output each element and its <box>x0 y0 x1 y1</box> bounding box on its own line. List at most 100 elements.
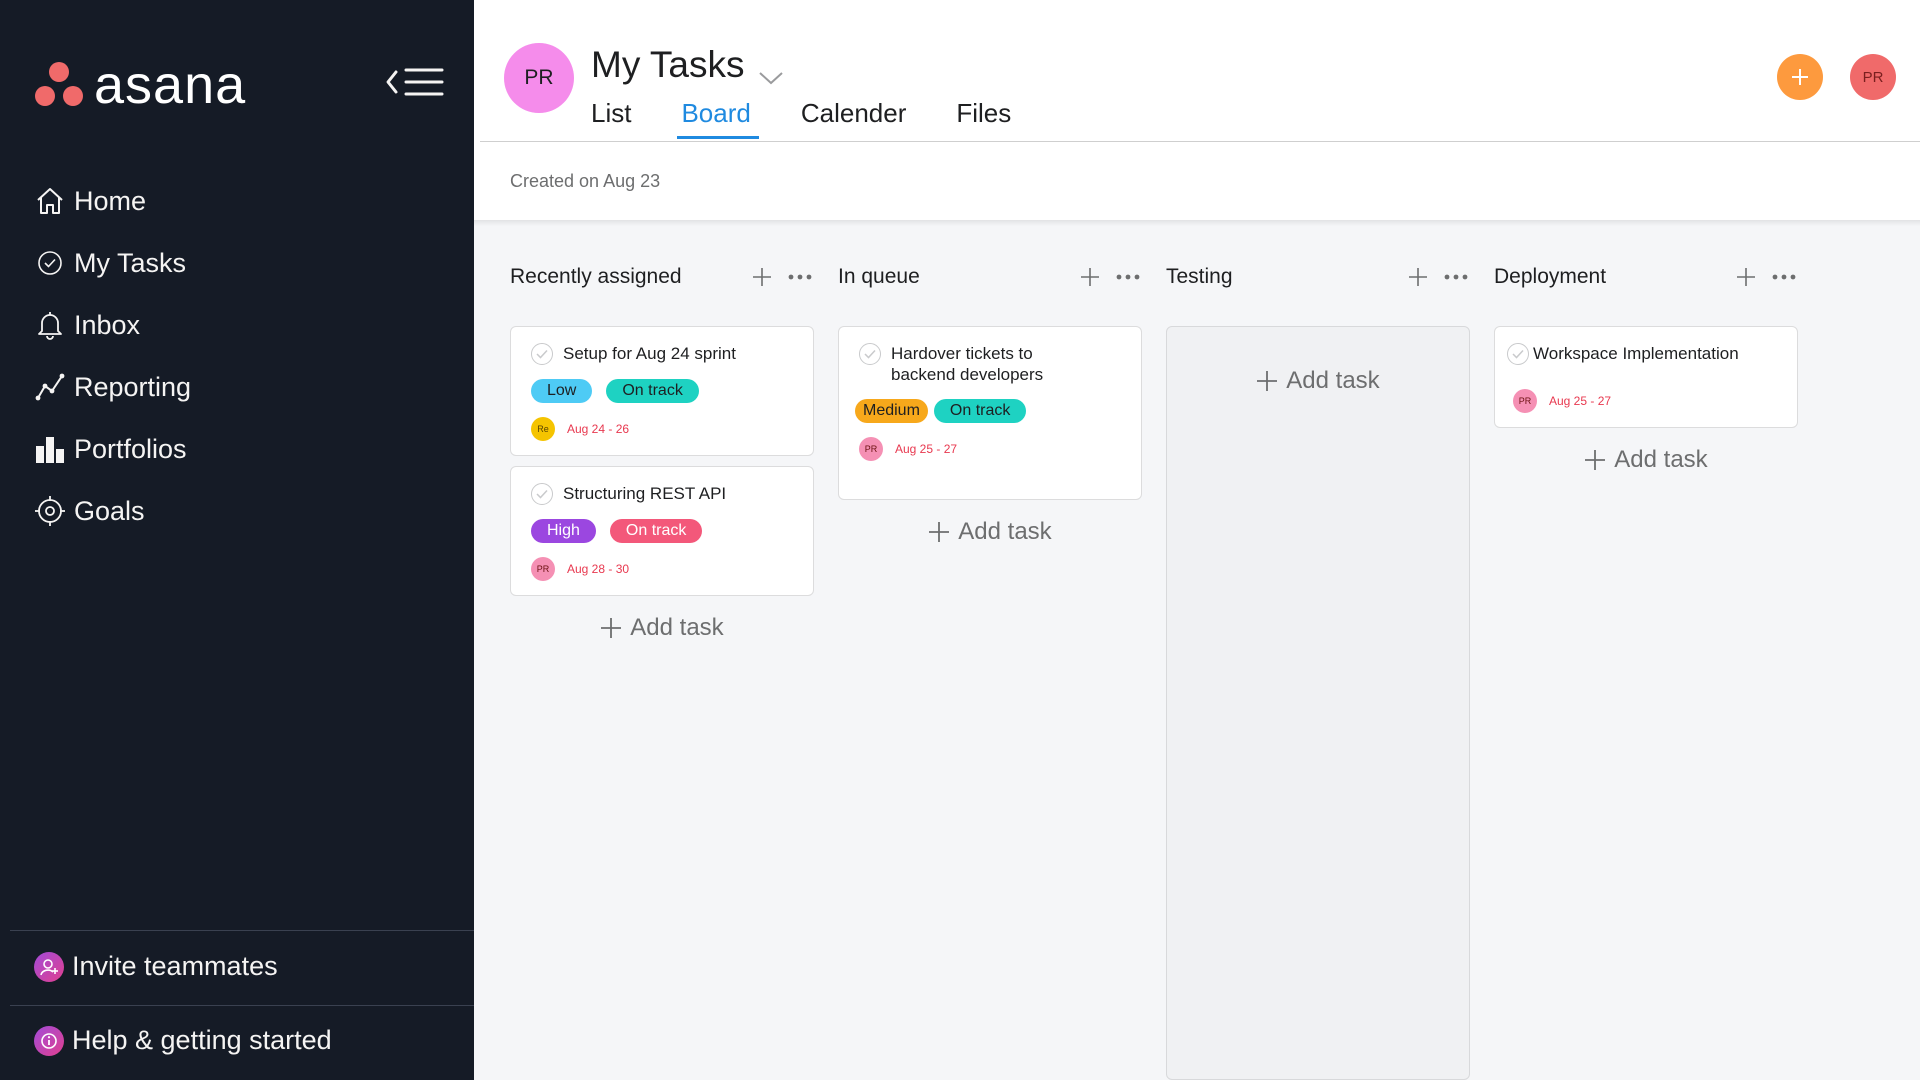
task-title: Workspace Implementation <box>1533 344 1739 363</box>
sidebar-item-reporting[interactable]: Reporting <box>34 356 191 418</box>
plus-icon <box>929 522 950 542</box>
plus-icon[interactable] <box>1076 263 1104 291</box>
plus-icon[interactable] <box>1732 263 1760 291</box>
created-date: Created on Aug 23 <box>510 171 661 191</box>
sidebar-item-label: My Tasks <box>74 247 187 278</box>
complete-check-icon[interactable] <box>859 343 881 365</box>
page-title: My Tasks <box>591 44 785 86</box>
due-date: Aug 25 - 27 <box>895 442 958 456</box>
add-button[interactable] <box>1777 54 1823 100</box>
add-task-label: Add task <box>630 614 724 641</box>
project-avatar: PR <box>504 43 574 113</box>
chevron-down-icon[interactable] <box>757 55 785 85</box>
task-card[interactable]: Hardover tickets to backend developers M… <box>838 326 1142 500</box>
complete-check-icon[interactable] <box>1507 343 1529 365</box>
sidebar-item-label: Inbox <box>74 309 141 340</box>
sidebar-item-label: Home <box>74 185 147 216</box>
complete-check-icon[interactable] <box>531 343 553 365</box>
add-task-button[interactable]: Add task <box>510 614 814 642</box>
task-card[interactable]: Structuring REST API High On track PR Au… <box>510 466 814 596</box>
tab-files[interactable]: Files <box>956 98 1011 139</box>
invite-teammates-label: Invite teammates <box>72 951 278 981</box>
sidebar-nav: Home My Tasks Inbox Reporting Portfolios <box>34 170 191 542</box>
help-button[interactable]: Help & getting started <box>34 1025 332 1056</box>
more-options-icon[interactable] <box>1114 263 1142 291</box>
complete-check-icon[interactable] <box>531 483 553 505</box>
help-label: Help & getting started <box>72 1025 332 1055</box>
plus-icon[interactable] <box>1404 263 1432 291</box>
header-shadow <box>474 220 1920 226</box>
due-date: Aug 25 - 27 <box>1549 394 1612 408</box>
more-options-icon[interactable] <box>1770 263 1798 291</box>
priority-tag: Medium <box>855 399 928 423</box>
add-task-label: Add task <box>958 518 1052 545</box>
column-body: Add task <box>1166 326 1470 1080</box>
tab-calender[interactable]: Calender <box>801 98 907 139</box>
status-tag: On track <box>606 379 699 403</box>
sidebar-divider <box>10 1005 474 1006</box>
column-title: Recently assigned <box>510 265 682 288</box>
user-avatar[interactable]: PR <box>1850 54 1896 100</box>
assignee-avatar[interactable]: PR <box>859 437 883 461</box>
tab-list[interactable]: List <box>591 98 631 139</box>
add-task-label: Add task <box>1614 446 1708 473</box>
more-options-icon[interactable] <box>1442 263 1470 291</box>
column-header: Deployment <box>1494 260 1798 294</box>
column-header: In queue <box>838 260 1142 294</box>
plus-icon <box>1585 450 1606 470</box>
add-task-label: Add task <box>1286 367 1380 394</box>
add-task-button[interactable]: Add task <box>838 518 1142 546</box>
due-date: Aug 24 - 26 <box>567 422 630 436</box>
logo-text: asana <box>94 55 247 115</box>
collapse-sidebar-icon[interactable] <box>386 64 444 100</box>
sidebar-divider <box>10 930 474 931</box>
status-tag: On track <box>933 399 1027 423</box>
bell-icon <box>34 309 66 341</box>
sidebar: asana Home My Tasks Inbox Reporting Port… <box>0 0 474 1080</box>
asana-logo[interactable]: asana <box>34 58 246 112</box>
header-divider <box>480 141 1920 142</box>
assignee-avatar[interactable]: Re <box>531 417 555 441</box>
more-options-icon[interactable] <box>786 263 814 291</box>
task-card[interactable]: Workspace Implementation PR Aug 25 - 27 <box>1494 326 1798 428</box>
tab-board[interactable]: Board <box>677 98 760 139</box>
asana-logo-icon <box>34 62 84 108</box>
column-body: Setup for Aug 24 sprint Low On track Re … <box>510 326 814 642</box>
sidebar-item-goals[interactable]: Goals <box>34 480 191 542</box>
view-tabs: List Board Calender Files <box>591 98 1061 139</box>
line-chart-icon <box>34 371 66 403</box>
assignee-avatar[interactable]: PR <box>1513 389 1537 413</box>
sidebar-item-my-tasks[interactable]: My Tasks <box>34 232 191 294</box>
column-body: Hardover tickets to backend developers M… <box>838 326 1142 546</box>
add-task-button[interactable]: Add task <box>1167 367 1469 395</box>
page-title-text: My Tasks <box>591 44 745 85</box>
add-task-button[interactable]: Add task <box>1494 446 1798 474</box>
board-column-in-queue: In queue Hardover tickets to backend dev… <box>838 260 1142 546</box>
sidebar-item-label: Goals <box>74 495 145 526</box>
help-icon <box>34 1025 64 1056</box>
status-tag: On track <box>609 519 703 543</box>
plus-icon <box>601 618 622 638</box>
home-icon <box>34 185 66 217</box>
plus-icon <box>1792 69 1808 85</box>
task-title: Setup for Aug 24 sprint <box>563 344 736 363</box>
column-title: Deployment <box>1494 265 1607 288</box>
assignee-avatar[interactable]: PR <box>531 557 555 581</box>
target-icon <box>34 495 66 527</box>
plus-icon[interactable] <box>748 263 776 291</box>
due-date: Aug 28 - 30 <box>567 562 630 576</box>
board-column-recently-assigned: Recently assigned Setup for Aug 24 sprin… <box>510 260 814 642</box>
column-title: In queue <box>838 265 920 288</box>
task-title: Structuring REST API <box>563 484 727 503</box>
sidebar-item-inbox[interactable]: Inbox <box>34 294 191 356</box>
sidebar-item-portfolios[interactable]: Portfolios <box>34 418 191 480</box>
task-card[interactable]: Setup for Aug 24 sprint Low On track Re … <box>510 326 814 456</box>
sidebar-item-label: Reporting <box>74 371 192 402</box>
invite-teammates-button[interactable]: Invite teammates <box>34 951 278 982</box>
sidebar-item-home[interactable]: Home <box>34 170 191 232</box>
board-column-deployment: Deployment Workspace Implementation PR A… <box>1494 260 1798 474</box>
check-circle-icon <box>34 247 66 279</box>
sidebar-item-label: Portfolios <box>74 433 187 464</box>
task-title: Hardover tickets to backend developers <box>891 344 1044 384</box>
board-column-testing: Testing Add task <box>1166 260 1470 1080</box>
